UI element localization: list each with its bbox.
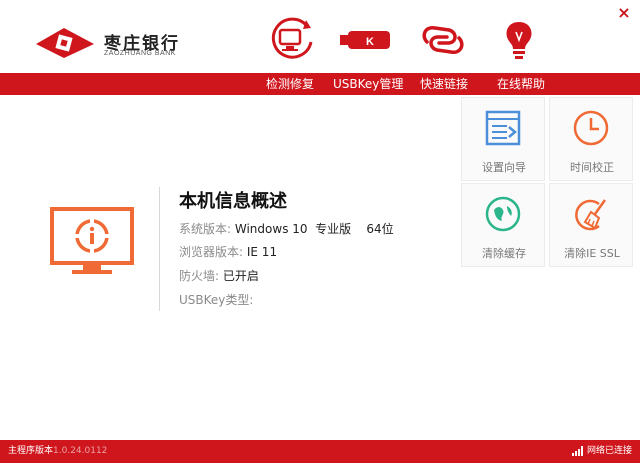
usbkey-icon[interactable]: K (336, 16, 396, 64)
info-title: 本机信息概述 (179, 191, 287, 212)
usbkey-type-row: USBKey类型: (179, 291, 253, 308)
system-version-row: 系统版本: Windows 10 专业版 64位 (179, 220, 394, 237)
firewall-row: 防火墙: 已开启 (179, 267, 259, 284)
tile-time-sync[interactable]: 时间校正 (549, 97, 633, 181)
menu-item-online-help[interactable]: 在线帮助 (497, 73, 545, 95)
bank-name-en: ZAOZHUANG BANK (104, 50, 176, 57)
menu-item-quick-links[interactable]: 快速链接 (420, 73, 468, 95)
bank-logo-mark (36, 28, 94, 58)
signal-icon (571, 445, 583, 456)
program-version-label: 主程序版本 (8, 446, 54, 456)
broom-icon (575, 199, 607, 231)
browser-version-label: 浏览器版本: (179, 245, 244, 259)
system-version-label: 系统版本: (179, 222, 232, 236)
browser-version-value: IE 11 (246, 245, 278, 259)
monitor-repair-icon[interactable] (262, 16, 322, 64)
header: × 枣庄银行 ZAOZHUANG BANK K (0, 0, 640, 73)
tile-setup-wizard[interactable]: 设置向导 (461, 97, 545, 181)
status-bar: 主程序版本1.0.24.0112 网络已连接 (0, 440, 640, 463)
computer-info-icon (50, 207, 134, 274)
clear-cache-icon (485, 196, 521, 232)
tile-clear-cache[interactable]: 清除缓存 (461, 183, 545, 267)
network-status: 网络已连接 (571, 440, 632, 463)
bulb-icon[interactable] (489, 16, 549, 64)
browser-version-row: 浏览器版本: IE 11 (179, 243, 277, 260)
tile-clear-ie-ssl[interactable]: 清除IE SSL (549, 183, 633, 267)
tile-time-sync-label: 时间校正 (570, 161, 614, 174)
main-panel: 本机信息概述 系统版本: Windows 10 专业版 64位 浏览器版本: I… (0, 95, 640, 440)
tile-setup-wizard-label: 设置向导 (482, 161, 526, 174)
close-button[interactable]: × (616, 5, 632, 21)
usbkey-type-label: USBKey类型: (179, 293, 254, 307)
bank-logo: 枣庄银行 ZAOZHUANG BANK (34, 26, 194, 60)
menu-item-detect-repair[interactable]: 检测修复 (266, 73, 314, 95)
setup-wizard-icon (485, 110, 521, 146)
link-icon[interactable] (413, 16, 473, 64)
info-divider (159, 187, 160, 311)
firewall-value: 已开启 (222, 269, 259, 283)
firewall-label: 防火墙: (179, 269, 220, 283)
program-version: 主程序版本1.0.24.0112 (8, 440, 107, 463)
app-window: × 枣庄银行 ZAOZHUANG BANK K 检测修复 USBKey管理 快速… (0, 0, 640, 463)
svg-text:K: K (366, 36, 374, 48)
clock-icon (573, 110, 609, 146)
tile-clear-cache-label: 清除缓存 (482, 247, 526, 260)
menu-bar: 检测修复 USBKey管理 快速链接 在线帮助 (0, 73, 640, 95)
tile-clear-ie-ssl-label: 清除IE SSL (564, 247, 620, 260)
network-status-text: 网络已连接 (586, 446, 632, 456)
system-version-value: Windows 10 专业版 64位 (234, 222, 394, 236)
menu-item-usbkey[interactable]: USBKey管理 (333, 73, 403, 95)
program-version-value: 1.0.24.0112 (53, 446, 108, 456)
